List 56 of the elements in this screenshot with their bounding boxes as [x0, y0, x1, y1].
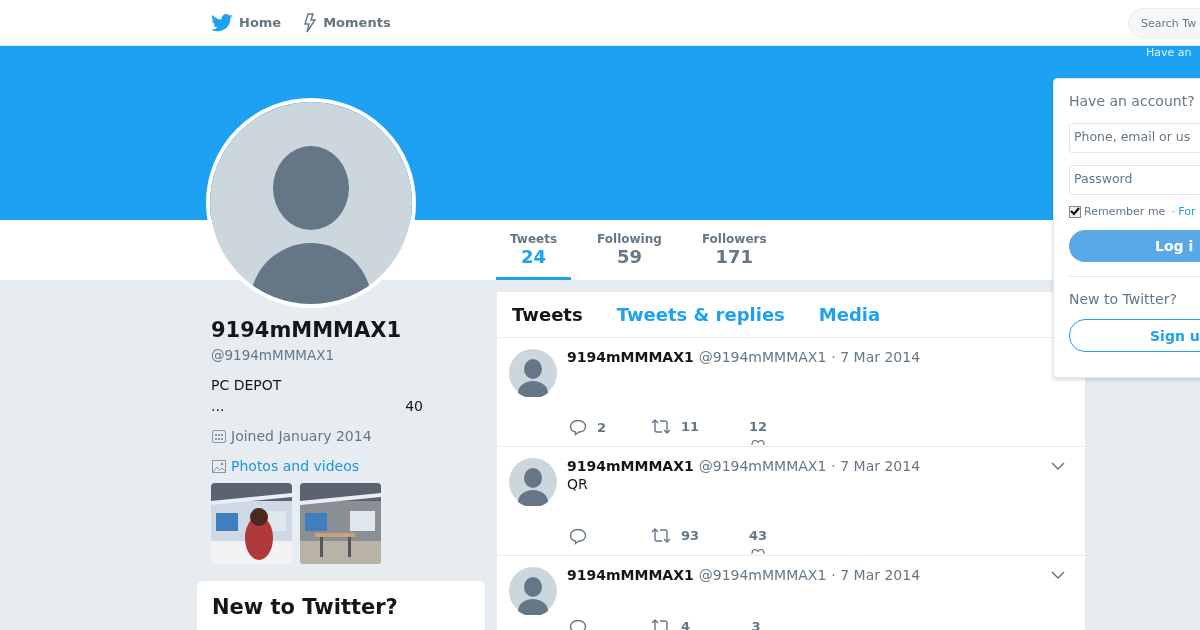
retweet-count: 93 [681, 528, 700, 543]
stat-tab[interactable]: Following 59 [583, 220, 676, 280]
profile-handle: @9194mMMMAX1 [211, 347, 336, 363]
photos-link[interactable]: Photos and videos [231, 458, 359, 474]
profile-name: 9194mMMMAX1 [211, 317, 403, 343]
avatar[interactable] [509, 458, 557, 506]
nav-link[interactable]: Moments [303, 12, 391, 33]
signup-button[interactable]: Sign u [1069, 319, 1200, 352]
timeline-tab[interactable]: Tweets & replies [616, 304, 785, 337]
timeline-tab[interactable]: Media [818, 304, 881, 337]
avatar[interactable] [509, 349, 557, 397]
login-title: Have an account? [1069, 93, 1196, 109]
chevron-down-icon[interactable] [1051, 461, 1065, 471]
user-handle[interactable]: @9194mMMMAX1 [698, 567, 827, 583]
remember-label: Remember me [1084, 205, 1166, 218]
forgot-link[interactable]: · For [1171, 205, 1196, 218]
lightning-icon [303, 12, 318, 33]
reply-icon[interactable] [569, 419, 587, 436]
bio-text: 40 [405, 398, 423, 414]
stat-tab[interactable]: Tweets 24 [496, 220, 572, 280]
card-title: New to Twitter? [212, 595, 399, 619]
tweet-date[interactable]: · 7 Mar 2014 [831, 458, 921, 474]
calendar-icon [211, 428, 227, 444]
image-icon [211, 458, 227, 474]
signup-prompt: New to Twitter? [1069, 291, 1178, 307]
retweet-icon[interactable] [651, 619, 671, 630]
remember-checkbox[interactable] [1069, 205, 1081, 218]
user-name[interactable]: 9194mMMMAX1 [567, 567, 694, 583]
tweet-date[interactable]: · 7 Mar 2014 [831, 349, 921, 365]
tweet-text: QR [567, 476, 589, 494]
reply-count: 2 [597, 420, 607, 435]
header-text: Have an [1146, 46, 1192, 59]
joined-date: Joined January 2014 [231, 428, 372, 444]
bird-icon [211, 13, 233, 32]
tweet-date[interactable]: · 7 Mar 2014 [831, 567, 921, 583]
user-name[interactable]: 9194mMMMAX1 [567, 349, 694, 365]
password-field[interactable]: Password [1069, 165, 1200, 195]
user-handle[interactable]: @9194mMMMAX1 [698, 349, 827, 365]
stat-tab[interactable]: Followers 171 [687, 220, 781, 280]
bio-text: ... [211, 398, 225, 414]
retweet-icon[interactable] [651, 419, 671, 434]
user-handle[interactable]: @9194mMMMAX1 [698, 458, 827, 474]
search-field[interactable]: Search Tw [1128, 8, 1200, 38]
user-name[interactable]: 9194mMMMAX1 [567, 458, 694, 474]
reply-icon[interactable] [569, 528, 587, 545]
like-count: 43 [749, 528, 768, 543]
timeline-tab[interactable]: Tweets [512, 304, 583, 337]
login-button[interactable]: Log i [1069, 230, 1200, 262]
nav-link[interactable]: Home [211, 13, 282, 32]
retweet-count: 11 [681, 419, 700, 434]
username-field[interactable]: Phone, email or us [1069, 123, 1200, 153]
like-count: 12 [749, 419, 768, 434]
avatar[interactable] [509, 567, 557, 615]
chevron-down-icon[interactable] [1051, 570, 1065, 580]
bio-text: PC DEPOT [211, 377, 283, 393]
retweet-icon[interactable] [651, 528, 671, 543]
